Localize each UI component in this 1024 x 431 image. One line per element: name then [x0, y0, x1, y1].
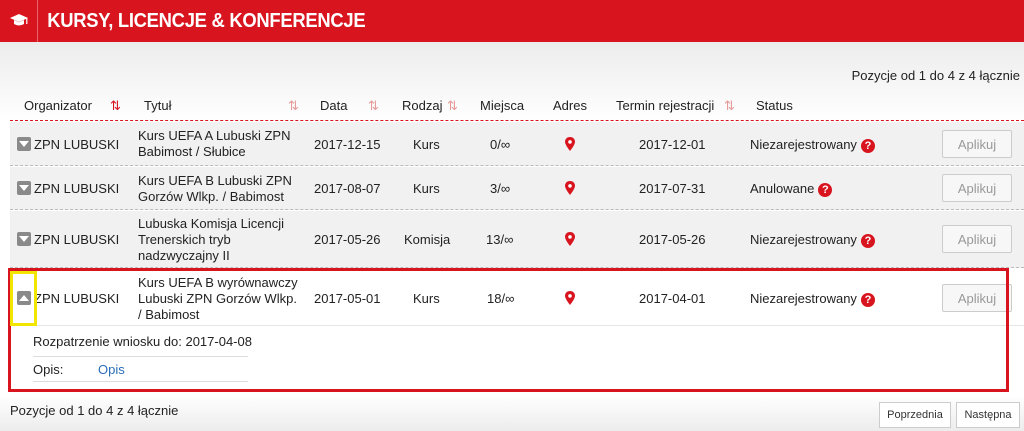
table-header: Organizator ⇅ Tytuł ⇅ Data ⇅ Rodzaj ⇅ Mi…	[10, 95, 1024, 121]
course-type: Kurs	[413, 181, 440, 196]
graduation-cap-icon	[0, 0, 38, 42]
pagination-summary-bottom: Pozycje od 1 do 4 z 4 łącznie	[10, 403, 179, 418]
sort-icon[interactable]: ⇅	[447, 98, 458, 114]
status-text: Anulowane	[750, 181, 815, 196]
table-row: ZPN LUBUSKI Kurs UEFA B Lubuski ZPN Gorz…	[10, 167, 1024, 210]
column-header-title[interactable]: Tytuł	[144, 98, 171, 113]
expanded-row-highlight-box	[8, 268, 1009, 392]
course-date: 2017-05-26	[314, 232, 381, 247]
column-header-deadline[interactable]: Termin rejestracji	[616, 98, 714, 113]
help-icon[interactable]: ?	[860, 233, 875, 248]
column-header-type[interactable]: Rodzaj	[402, 98, 442, 113]
sort-icon[interactable]: ⇅	[368, 98, 379, 114]
apply-button[interactable]: Aplikuj	[942, 225, 1012, 253]
column-header-status[interactable]: Status	[756, 98, 793, 113]
help-icon[interactable]: ?	[860, 138, 875, 153]
course-title[interactable]: Kurs UEFA B Lubuski ZPN Gorzów Wlkp. / B…	[138, 173, 292, 205]
course-date: 2017-08-07	[314, 181, 381, 196]
section-title: KURSY, LICENCJE & KONFERENCJE	[47, 9, 366, 32]
section-header: KURSY, LICENCJE & KONFERENCJE	[0, 0, 1024, 42]
registration-deadline: 2017-07-31	[639, 181, 706, 196]
expand-row-icon[interactable]	[17, 137, 31, 151]
organizer-name: ZPN LUBUSKI	[34, 232, 120, 247]
organizer-name: ZPN LUBUSKI	[34, 137, 120, 152]
map-pin-icon[interactable]	[563, 181, 577, 195]
help-icon[interactable]: ?	[818, 182, 833, 197]
toggle-highlight-box	[10, 271, 37, 326]
sort-icon[interactable]: ⇅	[724, 98, 735, 114]
course-title[interactable]: Lubuska Komisja Licencji Trenerskich try…	[138, 216, 284, 264]
apply-button[interactable]: Aplikuj	[942, 174, 1012, 202]
course-title[interactable]: Kurs UEFA A Lubuski ZPN Babimost / Słubi…	[138, 128, 290, 160]
status-cell: Niezarejestrowany?	[750, 137, 875, 153]
column-header-places[interactable]: Miejsca	[480, 98, 524, 113]
course-places: 0/∞	[490, 137, 511, 152]
expand-row-icon[interactable]	[17, 232, 31, 246]
map-pin-icon[interactable]	[563, 137, 577, 151]
next-page-button[interactable]: Następna	[956, 402, 1020, 428]
sort-active-icon[interactable]: ⇅	[110, 98, 121, 114]
status-text: Niezarejestrowany	[750, 232, 857, 247]
map-pin-icon[interactable]	[563, 232, 577, 246]
sort-icon[interactable]: ⇅	[288, 98, 299, 114]
status-cell: Anulowane?	[750, 181, 833, 197]
status-cell: Niezarejestrowany?	[750, 232, 875, 248]
course-places: 13/∞	[486, 232, 514, 247]
expand-row-icon[interactable]	[17, 181, 31, 195]
course-type: Komisja	[404, 232, 451, 247]
registration-deadline: 2017-12-01	[639, 137, 706, 152]
course-type: Kurs	[413, 137, 440, 152]
apply-button[interactable]: Aplikuj	[942, 130, 1012, 158]
status-text: Niezarejestrowany	[750, 137, 857, 152]
table-row: ZPN LUBUSKI Lubuska Komisja Licencji Tre…	[10, 211, 1024, 268]
column-header-date[interactable]: Data	[320, 98, 347, 113]
previous-page-button[interactable]: Poprzednia	[879, 402, 951, 428]
pagination-summary-top: Pozycje od 1 do 4 z 4 łącznie	[851, 68, 1020, 83]
course-date: 2017-12-15	[314, 137, 381, 152]
column-header-address: Adres	[553, 98, 587, 113]
course-places: 3/∞	[490, 181, 511, 196]
registration-deadline: 2017-05-26	[639, 232, 706, 247]
table-row: ZPN LUBUSKI Kurs UEFA A Lubuski ZPN Babi…	[10, 122, 1024, 166]
organizer-name: ZPN LUBUSKI	[34, 181, 120, 196]
column-header-organizer[interactable]: Organizator	[24, 98, 92, 113]
